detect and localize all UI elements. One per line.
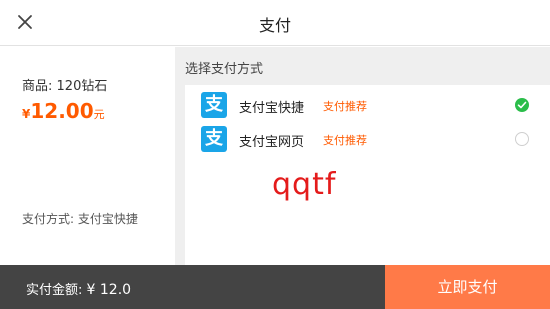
payment-method-panel: 选择支付方式 支 支付宝快捷 支付推荐 支 支付宝网页 支付推荐 xyxy=(175,47,550,265)
method-label: 支付方式: xyxy=(22,212,75,226)
unselected-radio-icon[interactable] xyxy=(515,132,529,146)
price: ¥12.00元 xyxy=(22,99,105,123)
price-unit: 元 xyxy=(93,108,105,121)
alipay-icon: 支 xyxy=(201,126,227,152)
bottom-bar: 实付金额: ¥ 12.0 立即支付 xyxy=(0,265,550,309)
selected-method-line: 支付方式: 支付宝快捷 xyxy=(22,210,138,227)
method-value: 支付宝快捷 xyxy=(77,212,138,226)
product-name: 120钻石 xyxy=(56,79,108,94)
total-amount: 实付金额: ¥ 12.0 xyxy=(26,279,131,298)
product-line: 商品: 120钻石 xyxy=(22,75,107,94)
total-value: ¥ 12.0 xyxy=(86,282,132,298)
recommend-tag: 支付推荐 xyxy=(323,134,367,147)
payment-option-name: 支付宝网页 xyxy=(239,135,305,150)
alipay-icon: 支 xyxy=(201,92,227,118)
top-bar: 支付 xyxy=(0,0,550,46)
payment-option-alipay-web[interactable]: 支 支付宝网页 支付推荐 xyxy=(185,122,550,154)
page-title: 支付 xyxy=(258,16,291,35)
selected-check-icon[interactable] xyxy=(515,98,529,112)
recommend-tag: 支付推荐 xyxy=(323,100,367,113)
total-area: 实付金额: ¥ 12.0 xyxy=(0,265,385,309)
total-label: 实付金额: xyxy=(26,283,83,298)
payment-option-alipay-quick[interactable]: 支 支付宝快捷 支付推荐 xyxy=(185,88,550,120)
payment-options-list: 支 支付宝快捷 支付推荐 支 支付宝网页 支付推荐 xyxy=(185,85,550,265)
watermark-text: qqtf xyxy=(272,167,337,202)
payment-option-name: 支付宝快捷 xyxy=(239,101,305,116)
price-amount: 12.00 xyxy=(30,99,94,123)
payment-section-label: 选择支付方式 xyxy=(185,62,264,77)
product-label: 商品: xyxy=(22,79,53,94)
pay-now-button[interactable]: 立即支付 xyxy=(385,265,550,309)
order-summary: 商品: 120钻石 ¥12.00元 支付方式: 支付宝快捷 xyxy=(0,47,175,265)
